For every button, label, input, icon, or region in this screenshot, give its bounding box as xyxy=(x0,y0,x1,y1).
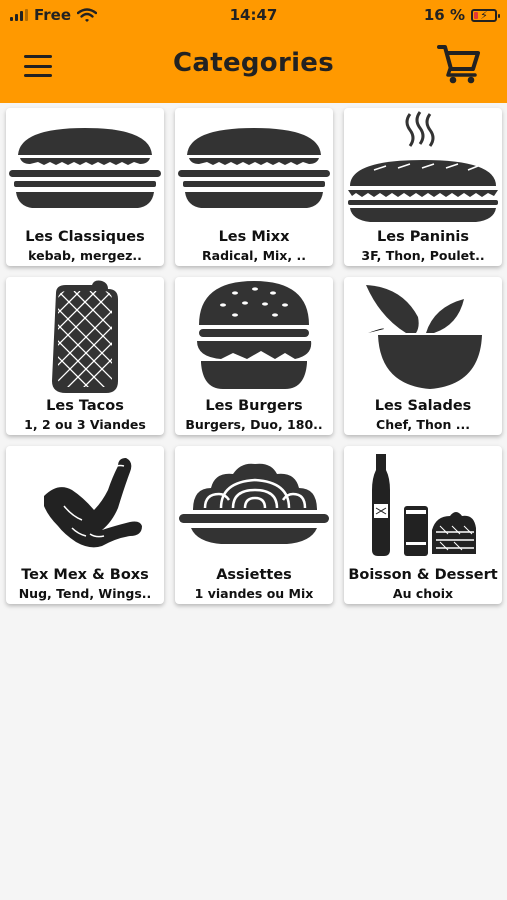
category-description: kebab, mergez.. xyxy=(28,248,142,263)
burger-icon xyxy=(197,281,312,389)
category-name: Tex Mex & Boxs xyxy=(21,567,149,583)
category-description: Burgers, Duo, 180.. xyxy=(185,417,323,432)
category-name: Les Burgers xyxy=(205,398,303,414)
category-name: Les Paninis xyxy=(377,229,469,245)
category-description: Au choix xyxy=(392,586,454,601)
category-name: Assiettes xyxy=(216,567,292,583)
category-description: Radical, Mix, .. xyxy=(202,248,306,263)
category-description: Nug, Tend, Wings.. xyxy=(18,586,152,601)
sandwich-icon xyxy=(9,128,161,208)
category-card-tex-mex[interactable]: Tex Mex & Boxs Nug, Tend, Wings.. xyxy=(6,446,164,604)
category-card-tacos[interactable]: Les Tacos 1, 2 ou 3 Viandes xyxy=(6,277,164,435)
plate-icon xyxy=(179,463,329,544)
category-description: 3F, Thon, Poulet.. xyxy=(361,248,485,263)
battery-percent: 16 % xyxy=(423,6,465,24)
category-card-assiettes[interactable]: Assiettes 1 viandes ou Mix xyxy=(175,446,333,604)
panini-icon xyxy=(348,111,498,222)
category-card-salades[interactable]: Les Salades Chef, Thon ... xyxy=(344,277,502,435)
category-card-paninis[interactable]: Les Paninis 3F, Thon, Poulet.. xyxy=(344,108,502,266)
status-right: 16 % ⚡ xyxy=(423,6,500,24)
chicken-wings-icon xyxy=(44,458,142,548)
category-card-classiques[interactable]: Les Classiques kebab, mergez.. xyxy=(6,108,164,266)
category-card-boisson-dessert[interactable]: Boisson & Dessert Au choix xyxy=(344,446,502,604)
category-name: Boisson & Dessert xyxy=(348,567,498,583)
shopping-cart-icon[interactable] xyxy=(437,42,481,84)
salad-bowl-icon xyxy=(366,285,482,389)
category-grid: Les Classiques kebab, mergez.. Les Mixx … xyxy=(6,108,502,604)
category-card-mixx[interactable]: Les Mixx Radical, Mix, .. xyxy=(175,108,333,266)
battery-icon: ⚡ xyxy=(471,8,500,22)
category-name: Les Tacos xyxy=(46,398,124,414)
category-description: 1 viandes ou Mix xyxy=(194,586,314,601)
category-name: Les Salades xyxy=(374,398,472,414)
category-name: Les Mixx xyxy=(218,229,290,245)
category-description: Chef, Thon ... xyxy=(376,417,470,432)
page-title: Categories xyxy=(172,48,334,78)
app-header: Categories xyxy=(0,30,507,103)
sandwich-icon xyxy=(178,128,330,208)
category-card-burgers[interactable]: Les Burgers Burgers, Duo, 180.. xyxy=(175,277,333,435)
status-bar: Free 14:47 16 % ⚡ xyxy=(0,0,507,30)
tacos-icon xyxy=(52,280,118,393)
drink-dessert-icon xyxy=(372,454,476,556)
category-name: Les Classiques xyxy=(25,229,145,245)
category-description: 1, 2 ou 3 Viandes xyxy=(24,417,146,432)
